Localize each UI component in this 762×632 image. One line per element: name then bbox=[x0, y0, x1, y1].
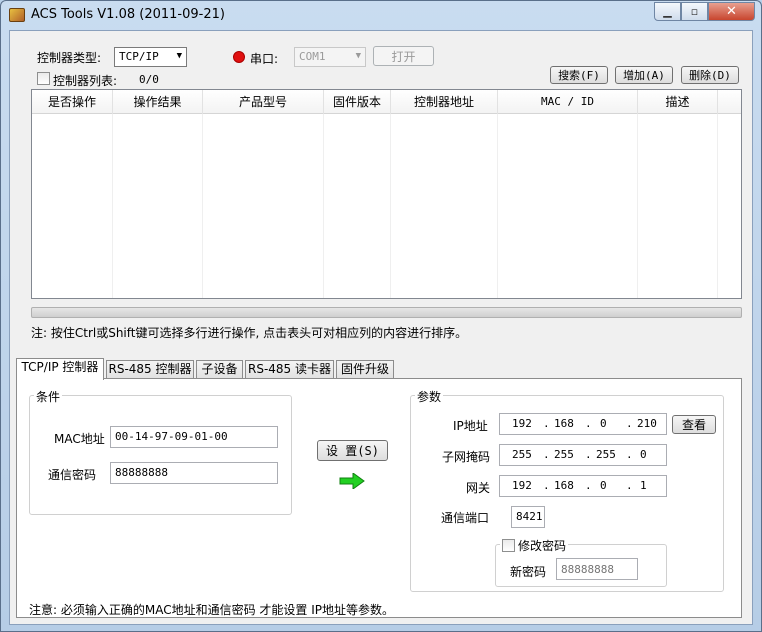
column-header-result[interactable]: 操作结果 bbox=[113, 90, 203, 114]
mask-octet-2: 255 bbox=[554, 448, 574, 461]
client-area: 控制器类型: TCP/IP ▼ 串口: COM1 ▼ 打开 控制器列表: 0/0… bbox=[9, 30, 753, 625]
new-password-label: 新密码 bbox=[510, 565, 547, 579]
mask-octet-1: 255 bbox=[512, 448, 532, 461]
column-header-operate[interactable]: 是否操作 bbox=[32, 90, 113, 114]
gateway-octet-3: 0 bbox=[600, 479, 607, 492]
controller-type-value: TCP/IP bbox=[119, 50, 159, 63]
serial-port-select[interactable]: COM1 ▼ bbox=[294, 47, 366, 67]
open-port-button[interactable]: 打开 bbox=[373, 46, 434, 66]
column-header-mac[interactable]: MAC / ID bbox=[498, 90, 638, 114]
comm-port-input[interactable]: 8421 bbox=[511, 506, 545, 528]
ip-octet-2: 168 bbox=[554, 417, 574, 430]
gateway-label: 网关 bbox=[466, 481, 491, 495]
controller-list-label: 控制器列表: bbox=[53, 74, 118, 88]
controller-type-label: 控制器类型: bbox=[37, 51, 102, 65]
chevron-down-icon: ▼ bbox=[176, 51, 182, 61]
column-header-firmware[interactable]: 固件版本 bbox=[324, 90, 391, 114]
arrow-right-icon bbox=[339, 473, 365, 489]
mask-octet-3: 255 bbox=[596, 448, 616, 461]
close-icon: ✕ bbox=[726, 4, 737, 19]
gateway-octet-4: 1 bbox=[640, 479, 647, 492]
comm-password-label: 通信密码 bbox=[48, 468, 97, 482]
ip-octet-1: 192 bbox=[512, 417, 532, 430]
hint-text: 注: 按住Ctrl或Shift键可选择多行进行操作, 点击表头可对相应列的内容进… bbox=[31, 326, 468, 340]
new-password-input[interactable] bbox=[556, 558, 638, 580]
maximize-icon: ▫ bbox=[690, 5, 699, 18]
app-icon bbox=[9, 8, 25, 22]
condition-group: 条件 MAC地址 00-14-97-09-01-00 通信密码 88888888 bbox=[29, 388, 292, 515]
status-indicator-icon bbox=[233, 51, 245, 63]
window-title: ACS Tools V1.08 (2011-09-21) bbox=[31, 7, 225, 22]
controller-list-checkbox[interactable] bbox=[37, 72, 50, 85]
app-window: ACS Tools V1.08 (2011-09-21) ▁ ▫ ✕ 控制器类型… bbox=[0, 0, 762, 632]
controller-type-select[interactable]: TCP/IP ▼ bbox=[114, 47, 187, 67]
tab-rs485-reader[interactable]: RS-485 读卡器 bbox=[245, 360, 334, 379]
params-group: 参数 IP地址 192 . 168 . 0 . 210 查看 子网掩码 255 … bbox=[410, 388, 724, 592]
minimize-icon: ▁ bbox=[663, 5, 672, 18]
tcpip-tab-panel: 条件 MAC地址 00-14-97-09-01-00 通信密码 88888888… bbox=[16, 378, 742, 618]
column-header-address[interactable]: 控制器地址 bbox=[391, 90, 498, 114]
ip-address-label: IP地址 bbox=[453, 419, 488, 433]
tab-rs485-controller[interactable]: RS-485 控制器 bbox=[106, 360, 194, 379]
mask-octet-4: 0 bbox=[640, 448, 647, 461]
delete-button[interactable]: 删除(D) bbox=[681, 66, 739, 84]
chevron-down-icon: ▼ bbox=[355, 51, 361, 61]
comm-port-label: 通信端口 bbox=[441, 511, 490, 525]
search-button[interactable]: 搜索(F) bbox=[550, 66, 608, 84]
column-header-model[interactable]: 产品型号 bbox=[203, 90, 324, 114]
ip-octet-3: 0 bbox=[600, 417, 607, 430]
maximize-button[interactable]: ▫ bbox=[681, 2, 708, 21]
title-bar[interactable]: ACS Tools V1.08 (2011-09-21) ▁ ▫ ✕ bbox=[1, 1, 761, 29]
footer-warning: 注意: 必须输入正确的MAC地址和通信密码 才能设置 IP地址等参数。 bbox=[29, 603, 394, 617]
comm-password-input[interactable]: 88888888 bbox=[110, 462, 278, 484]
controller-count: 0/0 bbox=[139, 73, 159, 86]
set-button[interactable]: 设 置(S) bbox=[317, 440, 388, 461]
minimize-button[interactable]: ▁ bbox=[654, 2, 681, 21]
add-button[interactable]: 增加(A) bbox=[615, 66, 673, 84]
change-password-group: 修改密码 新密码 bbox=[495, 537, 667, 587]
column-header-description[interactable]: 描述 bbox=[638, 90, 718, 114]
tab-tcpip-controller[interactable]: TCP/IP 控制器 bbox=[16, 358, 104, 380]
change-password-label: 修改密码 bbox=[518, 539, 567, 553]
close-button[interactable]: ✕ bbox=[708, 2, 755, 21]
view-button[interactable]: 查看 bbox=[672, 415, 716, 434]
serial-port-label: 串口: bbox=[250, 52, 279, 66]
subnet-mask-input[interactable]: 255 . 255 . 255 . 0 bbox=[499, 444, 667, 466]
tab-firmware-upgrade[interactable]: 固件升级 bbox=[336, 360, 394, 379]
ip-octet-4: 210 bbox=[637, 417, 657, 430]
gateway-octet-2: 168 bbox=[554, 479, 574, 492]
controller-grid[interactable]: 是否操作 操作结果 产品型号 固件版本 控制器地址 MAC / ID 描述 bbox=[31, 89, 742, 299]
mac-address-input[interactable]: 00-14-97-09-01-00 bbox=[110, 426, 278, 448]
params-group-title: 参数 bbox=[415, 388, 444, 405]
serial-port-value: COM1 bbox=[299, 50, 326, 63]
subnet-mask-label: 子网掩码 bbox=[442, 450, 491, 464]
gateway-octet-1: 192 bbox=[512, 479, 532, 492]
gateway-input[interactable]: 192 . 168 . 0 . 1 bbox=[499, 475, 667, 497]
grid-header: 是否操作 操作结果 产品型号 固件版本 控制器地址 MAC / ID 描述 bbox=[32, 90, 741, 114]
tab-sub-device[interactable]: 子设备 bbox=[196, 360, 243, 379]
mac-address-label: MAC地址 bbox=[54, 432, 105, 446]
condition-group-title: 条件 bbox=[34, 388, 63, 405]
ip-address-input[interactable]: 192 . 168 . 0 . 210 bbox=[499, 413, 667, 435]
change-password-checkbox[interactable] bbox=[502, 539, 515, 552]
horizontal-scrollbar[interactable] bbox=[31, 307, 742, 318]
